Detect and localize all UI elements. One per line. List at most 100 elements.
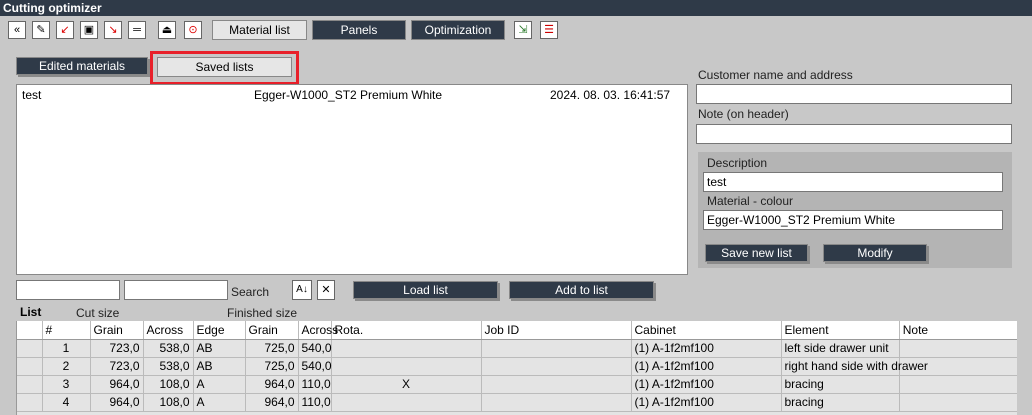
cell-job-id[interactable] [481, 375, 632, 394]
list-icon[interactable]: ☰ [540, 21, 558, 39]
cell-cut-across[interactable]: 538,0 [143, 339, 194, 358]
sort-icon[interactable]: A↓ [292, 280, 312, 300]
description-field[interactable]: test [703, 172, 1003, 192]
cell-element[interactable]: bracing [781, 393, 900, 412]
saved-list-name[interactable]: test [22, 88, 41, 102]
cut-size-label: Cut size [76, 306, 120, 320]
col-note[interactable]: Note [899, 321, 1017, 340]
cell-cut-across[interactable]: 538,0 [143, 357, 194, 376]
cell-finished-grain[interactable]: 964,0 [245, 393, 299, 412]
col-cabinet[interactable]: Cabinet [631, 321, 782, 340]
tab-edited-materials[interactable]: Edited materials [16, 57, 148, 75]
cell-note[interactable] [899, 393, 1017, 412]
cell-cut-grain[interactable]: 723,0 [90, 357, 144, 376]
export-icon[interactable]: ↘ [104, 21, 122, 39]
separator-icon[interactable]: ═ [128, 21, 146, 39]
cell-cut-across[interactable]: 108,0 [143, 375, 194, 394]
cell-rotation[interactable] [331, 339, 482, 358]
cell-cut-grain[interactable]: 723,0 [90, 339, 144, 358]
cell-job-id[interactable] [481, 357, 632, 376]
cell-element[interactable]: bracing [781, 375, 900, 394]
clear-icon[interactable]: ✕ [317, 280, 335, 300]
cell-rotation[interactable] [331, 357, 482, 376]
col-finished-grain[interactable]: Grain [245, 321, 299, 340]
modify-button[interactable]: Modify [823, 244, 927, 262]
tab-panels[interactable]: Panels [312, 20, 406, 40]
cell-cabinet[interactable]: (1) A-1f2mf100 [631, 375, 782, 394]
customer-label: Customer name and address [698, 68, 853, 82]
row-selector[interactable] [17, 357, 43, 376]
table-row[interactable]: 4 964,0 108,0 A 964,0 110,0 (1) A-1f2mf1… [17, 393, 1017, 412]
cell-index[interactable]: 4 [42, 393, 91, 412]
cell-cabinet[interactable]: (1) A-1f2mf100 [631, 393, 782, 412]
cell-element[interactable]: right hand side with drawer [781, 357, 928, 376]
cell-finished-across[interactable]: 110,0 [298, 375, 332, 394]
col-element[interactable]: Element [781, 321, 900, 340]
cell-cabinet[interactable]: (1) A-1f2mf100 [631, 357, 782, 376]
tab-optimization[interactable]: Optimization [411, 20, 505, 40]
cell-index[interactable]: 1 [42, 339, 91, 358]
new-icon[interactable]: ✎ [32, 21, 50, 39]
col-edge[interactable]: Edge [193, 321, 246, 340]
col-rotation[interactable]: Rota. [331, 321, 482, 340]
cell-finished-grain[interactable]: 725,0 [245, 357, 299, 376]
material-field[interactable]: Egger-W1000_ST2 Premium White [703, 210, 1003, 230]
saved-list-date[interactable]: 2024. 08. 03. 16:41:57 [550, 88, 670, 102]
filter-field[interactable] [16, 280, 120, 300]
cell-cut-grain[interactable]: 964,0 [90, 375, 144, 394]
cell-element[interactable]: left side drawer unit [781, 339, 900, 358]
tab-saved-lists[interactable]: Saved lists [157, 57, 292, 77]
search-input[interactable] [124, 280, 228, 300]
col-job-id[interactable]: Job ID [481, 321, 632, 340]
load-list-button[interactable]: Load list [353, 281, 498, 299]
save-icon[interactable]: ▣ [80, 21, 98, 39]
tab-material-list[interactable]: Material list [212, 20, 307, 40]
cell-edge[interactable]: AB [193, 339, 246, 358]
cell-finished-across[interactable]: 540,0 [298, 339, 332, 358]
col-cut-across[interactable]: Across [143, 321, 194, 340]
col-cut-grain[interactable]: Grain [90, 321, 144, 340]
parts-table-container[interactable]: # Grain Across Edge Grain Across Rota. J… [16, 321, 1017, 415]
table-row[interactable]: 2 723,0 538,0 AB 725,0 540,0 (1) A-1f2mf… [17, 357, 1017, 376]
cell-note[interactable] [899, 375, 1017, 394]
cell-job-id[interactable] [481, 339, 632, 358]
cell-edge[interactable]: A [193, 393, 246, 412]
print-preview-icon[interactable]: ⏏ [158, 21, 176, 39]
cell-finished-grain[interactable]: 725,0 [245, 339, 299, 358]
cell-edge[interactable]: AB [193, 357, 246, 376]
note-field[interactable] [696, 124, 1012, 144]
cell-finished-across[interactable]: 110,0 [298, 393, 332, 412]
cell-rotation[interactable]: X [331, 375, 482, 394]
add-to-list-button[interactable]: Add to list [509, 281, 654, 299]
col-index[interactable]: # [42, 321, 91, 340]
parts-table: # Grain Across Edge Grain Across Rota. J… [17, 321, 1017, 412]
cell-index[interactable]: 2 [42, 357, 91, 376]
cell-finished-across[interactable]: 540,0 [298, 357, 332, 376]
cell-index[interactable]: 3 [42, 375, 91, 394]
cell-cabinet[interactable]: (1) A-1f2mf100 [631, 339, 782, 358]
cell-cut-grain[interactable]: 964,0 [90, 393, 144, 412]
note-label: Note (on header) [698, 107, 789, 121]
cell-job-id[interactable] [481, 393, 632, 412]
save-new-list-button[interactable]: Save new list [705, 244, 808, 262]
row-selector[interactable] [17, 375, 43, 394]
report-icon[interactable]: ⇲ [514, 21, 532, 39]
table-row[interactable]: 1 723,0 538,0 AB 725,0 540,0 (1) A-1f2mf… [17, 339, 1017, 358]
cell-finished-grain[interactable]: 964,0 [245, 375, 299, 394]
collapse-icon[interactable]: « [8, 21, 26, 39]
search-label: Search [231, 285, 270, 299]
import-icon[interactable]: ↙ [56, 21, 74, 39]
saved-lists-panel[interactable]: test Egger-W1000_ST2 Premium White 2024.… [16, 84, 688, 275]
cell-edge[interactable]: A [193, 375, 246, 394]
row-selector[interactable] [17, 339, 43, 358]
row-selector[interactable] [17, 393, 43, 412]
cell-rotation[interactable] [331, 393, 482, 412]
cell-cut-across[interactable]: 108,0 [143, 393, 194, 412]
stop-icon[interactable]: ⊙ [184, 21, 202, 39]
cell-note[interactable] [899, 339, 1017, 358]
customer-field[interactable] [696, 84, 1012, 104]
col-finished-across[interactable]: Across [298, 321, 338, 340]
saved-list-material[interactable]: Egger-W1000_ST2 Premium White [254, 88, 442, 102]
window-title: Cutting optimizer [0, 0, 1032, 16]
table-row[interactable]: 3 964,0 108,0 A 964,0 110,0 X (1) A-1f2m… [17, 375, 1017, 394]
